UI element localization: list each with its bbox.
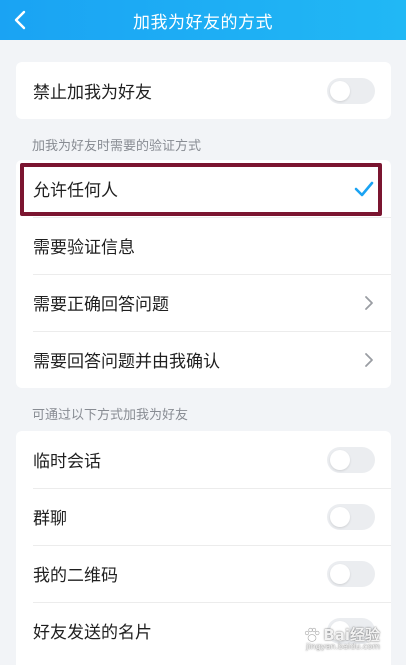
toggle-knob (330, 563, 350, 584)
source-row-temp-chat[interactable]: 临时会话 (16, 431, 391, 488)
block-card: 禁止加我为好友 (16, 62, 391, 119)
source-label: 好友发送的名片 (33, 623, 152, 643)
source-row-group-chat[interactable]: 群聊 (16, 488, 391, 545)
source-label: 临时会话 (33, 452, 101, 472)
source-label: 群聊 (33, 509, 67, 529)
screen: 加我为好友的方式 禁止加我为好友 加我为好友时需要的验证方式 允许任何人 需要验… (0, 0, 406, 665)
source-label: 我的二维码 (33, 566, 118, 586)
block-friend-label: 禁止加我为好友 (33, 83, 152, 103)
verify-option-label: 需要验证信息 (33, 238, 135, 258)
verify-option-label: 需要回答问题并由我确认 (33, 352, 220, 372)
verify-option-label: 允许任何人 (33, 181, 118, 201)
verify-card: 允许任何人 需要验证信息 需要正确回答问题 需要回答问题并由我确认 (16, 160, 391, 388)
qr-code-toggle[interactable] (327, 560, 375, 587)
block-friend-toggle[interactable] (327, 77, 375, 104)
verify-option-answer-confirm[interactable]: 需要回答问题并由我确认 (16, 331, 391, 388)
verify-section-label: 加我为好友时需要的验证方式 (32, 139, 202, 154)
toggle-knob (330, 80, 350, 101)
chevron-right-icon (365, 295, 373, 310)
block-friend-row[interactable]: 禁止加我为好友 (16, 62, 391, 119)
toggle-knob (330, 506, 350, 527)
temp-chat-toggle[interactable] (327, 446, 375, 473)
page-title: 加我为好友的方式 (133, 12, 273, 33)
source-section-label: 可通过以下方式加我为好友 (32, 408, 189, 423)
chevron-left-icon (14, 10, 26, 30)
paw-icon (305, 627, 320, 642)
back-button[interactable] (4, 0, 36, 40)
check-icon (354, 181, 374, 196)
watermark-url: jingyan.baidu.com (306, 642, 380, 651)
verify-option-message[interactable]: 需要验证信息 (16, 217, 391, 274)
verify-option-answer[interactable]: 需要正确回答问题 (16, 274, 391, 331)
verify-option-label: 需要正确回答问题 (33, 295, 169, 315)
group-chat-toggle[interactable] (327, 503, 375, 530)
baidu-watermark: Bai经验 jingyan.baidu.com (303, 624, 380, 651)
nav-bar: 加我为好友的方式 (0, 0, 406, 40)
source-row-qr-code[interactable]: 我的二维码 (16, 545, 391, 602)
verify-option-anyone[interactable]: 允许任何人 (16, 160, 391, 217)
toggle-knob (330, 449, 350, 470)
chevron-right-icon (365, 352, 373, 367)
